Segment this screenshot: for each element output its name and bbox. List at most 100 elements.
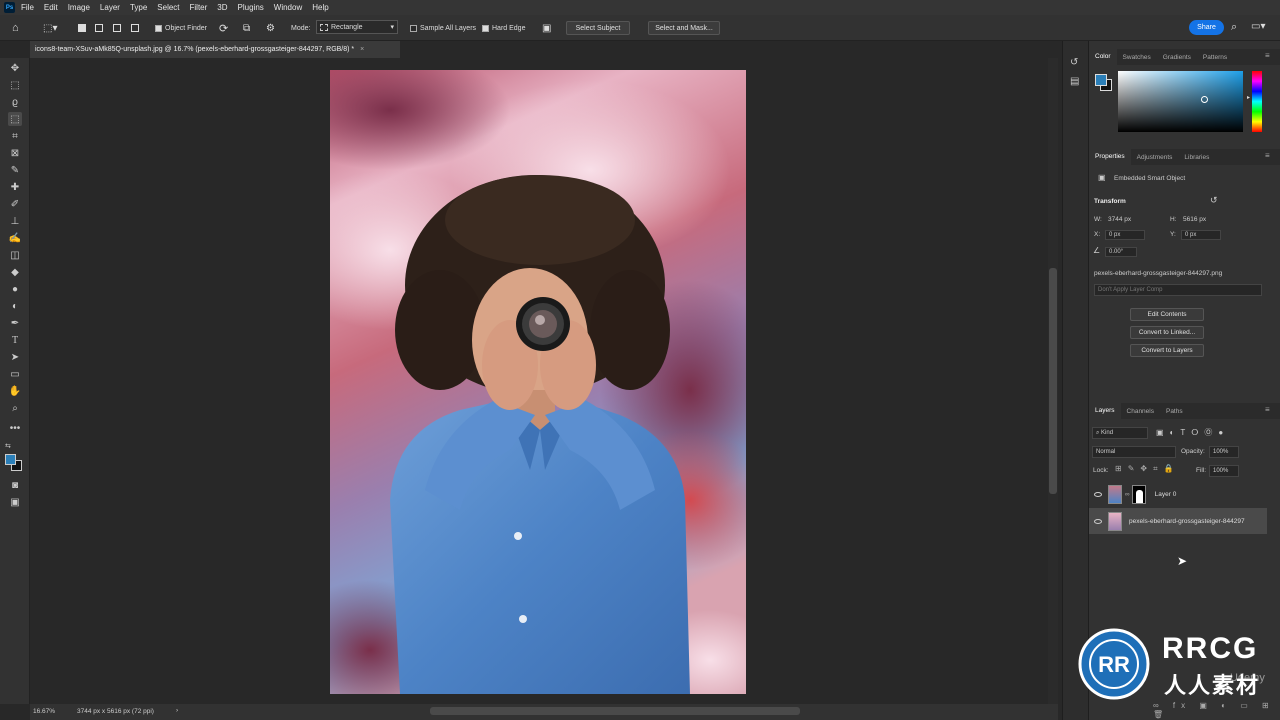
blur-tool-icon[interactable]: ● xyxy=(8,282,22,296)
status-menu-arrow[interactable]: › xyxy=(176,707,178,714)
document-canvas-image[interactable] xyxy=(330,70,746,694)
more-tools-icon[interactable]: ••• xyxy=(8,421,22,435)
document-tab[interactable]: icons8-team-XSuv-aMk85Q-unsplash.jpg @ 1… xyxy=(30,41,400,58)
panel-menu-icon[interactable]: ≡ xyxy=(1265,51,1270,60)
color-foreground-swatch[interactable] xyxy=(1095,74,1107,86)
layer-row-selected[interactable]: pexels-eberhard-grossgasteiger-844297 xyxy=(1089,508,1267,534)
menu-file[interactable]: File xyxy=(21,3,34,12)
intersect-selection-icon[interactable] xyxy=(131,15,139,41)
hue-slider[interactable] xyxy=(1252,71,1262,132)
reset-transform-icon[interactable]: ↺ xyxy=(1210,195,1218,206)
tab-paths[interactable]: Paths xyxy=(1160,408,1189,415)
marquee-tool-icon[interactable]: ⬚ xyxy=(8,78,22,92)
zoom-tool-icon[interactable]: ⌕ xyxy=(8,401,22,415)
add-selection-icon[interactable] xyxy=(95,15,103,41)
select-subject-button[interactable]: Select Subject xyxy=(566,21,630,35)
clone-stamp-tool-icon[interactable]: ⊥ xyxy=(8,214,22,228)
comments-icon[interactable]: ▤ xyxy=(1070,76,1079,87)
filter-kind-select[interactable]: ⌕ Kind xyxy=(1092,427,1148,439)
x-field[interactable]: 0 px xyxy=(1105,230,1145,240)
search-icon[interactable]: ⌕ xyxy=(1231,21,1237,34)
eye-icon[interactable] xyxy=(1094,518,1102,524)
app-logo[interactable]: Ps xyxy=(4,2,15,13)
frame-tool-icon[interactable]: ⊠ xyxy=(8,146,22,160)
layer-name[interactable]: pexels-eberhard-grossgasteiger-844297 xyxy=(1129,518,1245,525)
hue-slider-handle-icon[interactable]: ▸ xyxy=(1247,94,1250,101)
gradient-tool-icon[interactable]: ◆ xyxy=(8,265,22,279)
eraser-tool-icon[interactable]: ◫ xyxy=(8,248,22,262)
horizontal-scrollbar-thumb[interactable] xyxy=(430,707,800,715)
lock-icons[interactable]: ⊞✎✥⌗🔒 xyxy=(1115,464,1180,474)
history-brush-tool-icon[interactable]: ✍ xyxy=(8,231,22,245)
workspace-icon[interactable]: ▭▾ xyxy=(1251,21,1265,32)
home-icon[interactable]: ⌂ xyxy=(12,15,19,41)
angle-field[interactable]: 0.00° xyxy=(1105,247,1137,257)
layer-actions-icons[interactable]: ∞ fx ▣ ◐ ▭ ⊞ 🗑 xyxy=(1153,701,1280,719)
subtract-selection-icon[interactable] xyxy=(113,15,121,41)
lasso-tool-icon[interactable]: ϱ xyxy=(8,95,22,109)
tab-libraries[interactable]: Libraries xyxy=(1178,154,1215,161)
layer-filter-icons[interactable]: ▣◐TⵔⓄ● xyxy=(1156,427,1229,438)
brush-tool-icon[interactable]: ✐ xyxy=(8,197,22,211)
color-picker-handle[interactable] xyxy=(1201,96,1208,103)
link-icon[interactable]: ∞ xyxy=(1125,491,1130,498)
convert-to-linked-button[interactable]: Convert to Linked... xyxy=(1130,326,1204,339)
height-value[interactable]: 5616 px xyxy=(1183,216,1206,223)
type-tool-icon[interactable]: T xyxy=(8,333,22,347)
dodge-tool-icon[interactable]: ◐ xyxy=(8,299,22,313)
menu-select[interactable]: Select xyxy=(157,3,179,12)
zoom-level[interactable]: 16.67% xyxy=(33,708,55,715)
healing-brush-tool-icon[interactable]: ✚ xyxy=(8,180,22,194)
eye-icon[interactable] xyxy=(1094,491,1102,497)
layer-mask-thumbnail[interactable] xyxy=(1131,484,1146,504)
opacity-field[interactable]: 100% xyxy=(1209,446,1239,458)
eyedropper-tool-icon[interactable]: ✎ xyxy=(8,163,22,177)
convert-to-layers-button[interactable]: Convert to Layers xyxy=(1130,344,1204,357)
swap-colors-icon[interactable]: ⇆ xyxy=(5,442,11,450)
foreground-color-swatch[interactable] xyxy=(5,454,16,465)
layer-row[interactable]: ∞ Layer 0 xyxy=(1089,481,1269,507)
y-field[interactable]: 0 px xyxy=(1181,230,1221,240)
sample-options-icon[interactable]: ▣ xyxy=(542,15,551,41)
menu-plugins[interactable]: Plugins xyxy=(238,3,264,12)
width-value[interactable]: 3744 px xyxy=(1108,216,1131,223)
gear-icon[interactable]: ⚙ xyxy=(266,15,275,41)
layer-comp-select[interactable]: Don't Apply Layer Comp xyxy=(1094,284,1262,296)
quick-mask-icon[interactable]: ◙ xyxy=(8,478,22,492)
menu-help[interactable]: Help xyxy=(312,3,328,12)
hard-edge-checkbox[interactable]: Hard Edge xyxy=(482,15,525,41)
menu-type[interactable]: Type xyxy=(130,3,147,12)
vertical-scrollbar-thumb[interactable] xyxy=(1049,268,1057,494)
show-objects-icon[interactable]: ⧉ xyxy=(243,15,250,41)
tab-adjustments[interactable]: Adjustments xyxy=(1131,154,1179,161)
mode-select[interactable]: Rectangle ▾ xyxy=(316,20,398,34)
crop-tool-icon[interactable]: ⌗ xyxy=(8,129,22,143)
tab-layers[interactable]: Layers xyxy=(1089,403,1121,419)
panel-menu-icon[interactable]: ≡ xyxy=(1265,151,1270,160)
blend-mode-select[interactable]: Normal xyxy=(1092,446,1176,458)
object-selection-tool-icon[interactable]: ⬚▾ xyxy=(43,15,57,41)
fill-field[interactable]: 100% xyxy=(1209,465,1239,477)
menu-layer[interactable]: Layer xyxy=(100,3,120,12)
tab-channels[interactable]: Channels xyxy=(1121,408,1160,415)
pen-tool-icon[interactable]: ✒ xyxy=(8,316,22,330)
menu-edit[interactable]: Edit xyxy=(44,3,58,12)
menu-image[interactable]: Image xyxy=(68,3,90,12)
panel-menu-icon[interactable]: ≡ xyxy=(1265,405,1270,414)
history-icon[interactable]: ↺ xyxy=(1070,57,1078,68)
screen-mode-icon[interactable]: ▣ xyxy=(8,495,22,509)
share-button[interactable]: Share xyxy=(1189,20,1224,35)
select-and-mask-button[interactable]: Select and Mask... xyxy=(648,21,720,35)
tab-color[interactable]: Color xyxy=(1089,49,1117,65)
object-selection-tool-icon[interactable]: ⬚ xyxy=(8,112,22,126)
object-finder-checkbox[interactable]: Object Finder xyxy=(155,15,207,41)
close-icon[interactable]: × xyxy=(360,46,364,53)
tab-gradients[interactable]: Gradients xyxy=(1157,54,1197,61)
path-selection-tool-icon[interactable]: ➤ xyxy=(8,350,22,364)
tab-patterns[interactable]: Patterns xyxy=(1197,54,1233,61)
move-tool-icon[interactable]: ✥ xyxy=(8,61,22,75)
layer-name[interactable]: Layer 0 xyxy=(1155,491,1177,498)
edit-contents-button[interactable]: Edit Contents xyxy=(1130,308,1204,321)
refresh-icon[interactable]: ⟳ xyxy=(219,15,228,41)
hand-tool-icon[interactable]: ✋ xyxy=(8,384,22,398)
